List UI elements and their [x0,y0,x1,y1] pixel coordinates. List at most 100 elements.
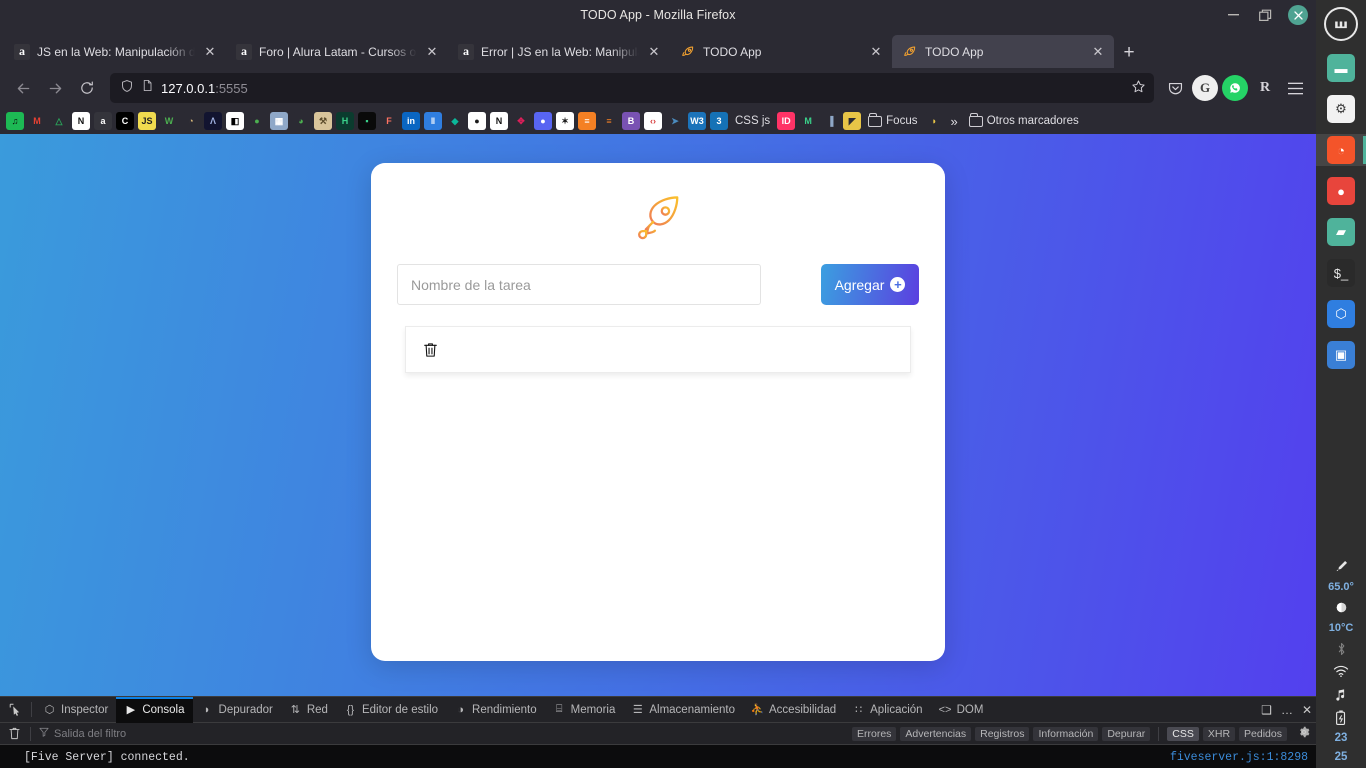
clear-console-icon[interactable] [6,727,22,740]
news-icon[interactable]: ▦ [270,112,288,130]
notion-icon[interactable]: N [72,112,90,130]
green-icon[interactable]: ▪ [358,112,376,130]
gandalf-icon[interactable]: ◔ [182,112,200,130]
mm-icon[interactable]: M [799,112,818,130]
devtools-tab-storage[interactable]: ☰ Almacenamiento [623,697,743,723]
dock-slot[interactable]: ⬡ [1316,298,1366,330]
grammarly-icon[interactable]: G [1192,75,1218,101]
spotify-icon[interactable]: ♫ [6,112,24,130]
discord-icon[interactable]: ● [534,112,552,130]
browser-tab-5-active[interactable]: TODO App ✕ [892,35,1114,68]
w3schools-icon[interactable]: W3 [688,112,706,130]
app-menu-icon[interactable] [1282,75,1308,101]
figma-alt-icon[interactable]: ● [248,112,266,130]
python-icon[interactable]: ➤ [666,112,684,130]
console-filter-css[interactable]: CSS [1167,726,1199,741]
bookmark-css-js[interactable]: CSS js [732,115,773,127]
console-filter-errores[interactable]: Errores [851,726,897,741]
diamond-icon[interactable]: ◆ [446,112,464,130]
github-icon[interactable]: ● [468,112,486,130]
console-source-link[interactable]: fiveserver.js:1:8298 [1170,751,1308,764]
gear-icon[interactable] [1295,726,1310,741]
javascript-icon[interactable]: JS [138,112,156,130]
devtools-tab-accessibility[interactable]: ⛹ Accesibilidad [743,697,844,723]
dock-slot[interactable]: ▣ [1316,339,1366,371]
stackoverflow-icon[interactable]: ≡ [578,112,596,130]
handshake-icon[interactable]: ◑ [924,112,943,130]
devtools-tab-style-editor[interactable]: {} Editor de estilo [336,697,446,723]
linux-mint-logo-icon[interactable] [1324,7,1358,41]
console-filter-input[interactable]: Salida del filtro [39,727,844,740]
console-filter-registros[interactable]: Registros [975,726,1030,741]
dock-slot[interactable]: ▰ [1316,216,1366,248]
yellow-icon[interactable]: ◤ [843,112,862,130]
devtools-tab-memory[interactable]: ⌸ Memoria [545,697,624,723]
page-info-icon[interactable] [141,79,154,97]
settings-icon[interactable]: ⚙ [1327,95,1355,123]
new-tab-button[interactable]: + [1114,38,1144,68]
bookmarks-overflow-chevron-icon[interactable]: » [946,114,961,129]
invision-icon[interactable]: ID [777,112,796,130]
work-icon[interactable]: ⚒ [314,112,332,130]
files-icon[interactable]: ▬ [1327,54,1355,82]
pink-icon[interactable]: ◕ [292,112,310,130]
folder-icon[interactable]: ▰ [1327,218,1355,246]
terminal-icon[interactable]: $_ [1327,259,1355,287]
battery-icon[interactable] [1334,709,1348,726]
shield-icon[interactable] [120,79,134,98]
tab-close-icon[interactable]: ✕ [1090,44,1106,60]
google-drive-icon[interactable]: △ [50,112,68,130]
devtools-tab-debugger[interactable]: ◗ Depurador [193,697,281,723]
gmail-icon[interactable]: M [28,112,46,130]
music-icon[interactable] [1334,686,1348,703]
browser-tab-1[interactable]: a JS en la Web: Manipulación del ✕ [4,35,226,68]
trello-icon[interactable]: ‖ [424,112,442,130]
slack-icon[interactable]: ✥ [512,112,530,130]
bookmark-star-icon[interactable] [1131,79,1146,98]
tab-close-icon[interactable]: ✕ [424,44,440,60]
screenshot-icon[interactable]: ▣ [1327,341,1355,369]
bookmark-folder-other[interactable]: Otros marcadores [966,113,1082,127]
devtools-tab-network[interactable]: ⇅ Red [281,697,336,723]
devtools-tab-performance[interactable]: ◑ Rendimiento [446,697,545,723]
dock-slot[interactable]: ● [1316,175,1366,207]
chrome-icon[interactable]: ● [1327,177,1355,205]
tab-close-icon[interactable]: ✕ [646,44,662,60]
tab-close-icon[interactable]: ✕ [202,44,218,60]
codesandbox-icon[interactable]: ‹› [644,112,662,130]
bookmark-folder-focus[interactable]: Focus [865,113,920,127]
clock-hour[interactable]: 23 [1335,732,1348,745]
contrast-icon[interactable]: ◧ [226,112,244,130]
notion-alt-icon[interactable]: N [490,112,508,130]
element-picker-icon[interactable] [2,698,28,722]
dock-slot[interactable]: ◔ [1316,134,1366,166]
back-button[interactable] [8,73,38,103]
add-task-button[interactable]: Agregar + [821,264,919,305]
browser-tab-3[interactable]: a Error | JS en la Web: Manipulaci ✕ [448,35,670,68]
devtools-tab-application[interactable]: ∷ Aplicación [844,697,930,723]
reload-button[interactable] [72,73,102,103]
figma-icon[interactable]: F [380,112,398,130]
pocket-icon[interactable] [1162,75,1188,101]
dock-slot[interactable]: $_ [1316,257,1366,289]
brightness-icon[interactable] [1334,558,1349,575]
dock-slot[interactable]: ⚙ [1316,93,1366,125]
trash-icon[interactable] [422,341,438,359]
readwise-icon[interactable]: R [1252,75,1278,101]
dock-position-icon[interactable]: ❑ [1261,703,1272,717]
browser-tab-4[interactable]: TODO App ✕ [670,35,892,68]
console-filter-xhr[interactable]: XHR [1202,726,1236,741]
dock-slot[interactable]: ▬ [1316,52,1366,84]
stackoverflow-alt-icon[interactable]: ≡ [600,112,618,130]
linkedin-icon[interactable]: in [402,112,420,130]
w3-icon[interactable]: W [160,112,178,130]
console-filter-información[interactable]: Información [1033,726,1099,741]
devtools-more-icon[interactable]: … [1281,703,1293,717]
hostinger-icon[interactable]: H [336,112,354,130]
firefox-icon[interactable]: ◔ [1327,136,1355,164]
wifi-icon[interactable] [1333,663,1349,680]
forward-button[interactable] [40,73,70,103]
bluetooth-icon[interactable] [1335,640,1348,657]
task-name-input[interactable] [397,264,761,305]
close-button[interactable] [1288,5,1308,25]
